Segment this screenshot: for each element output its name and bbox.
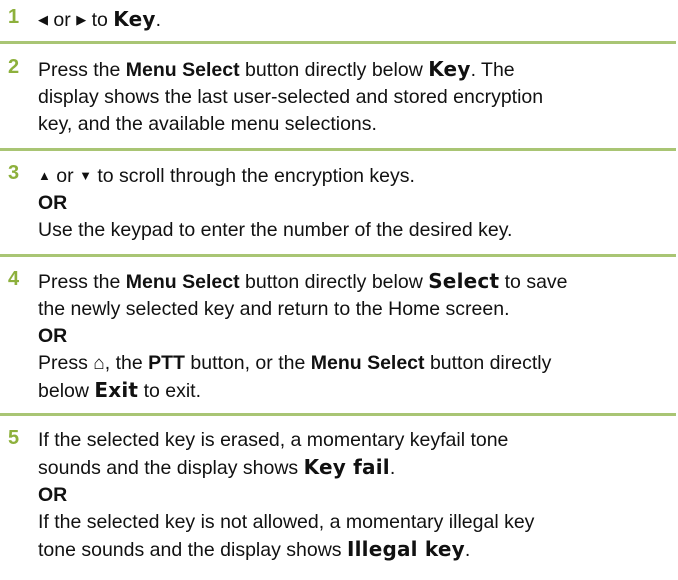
step-number: 1 [8, 6, 20, 28]
ptt-label: PTT [148, 352, 185, 374]
step-text: ▲ or ▼ to scroll through the encryption … [38, 165, 513, 241]
display-text-key: Key [428, 57, 471, 81]
divider [0, 148, 676, 151]
right-arrow-icon: ▶ [76, 12, 87, 27]
divider [0, 413, 676, 416]
menu-select-label: Menu Select [125, 271, 240, 293]
display-text-exit: Exit [94, 378, 139, 402]
display-text-select: Select [428, 269, 500, 293]
step-text: Press the Menu Select button directly be… [38, 57, 544, 135]
divider [0, 41, 676, 44]
step-number: 2 [8, 56, 20, 78]
divider [0, 254, 676, 257]
down-arrow-icon: ▼ [79, 168, 92, 183]
step-text: ◀ or ▶ to Key. [38, 7, 162, 31]
menu-select-label: Menu Select [125, 59, 240, 81]
step-text: If the selected key is erased, a momenta… [38, 429, 535, 561]
menu-select-label: Menu Select [310, 352, 425, 374]
display-text-key: Key [113, 7, 156, 31]
step-number: 4 [8, 268, 20, 290]
or-label: OR [38, 325, 68, 347]
or-label: OR [38, 192, 68, 214]
step-text: Press the Menu Select button directly be… [38, 269, 568, 402]
home-icon: ⌂ [93, 353, 105, 374]
display-text-key-fail: Key fail [303, 455, 390, 479]
display-text-illegal-key: Illegal key [346, 537, 465, 561]
left-arrow-icon: ◀ [38, 12, 48, 27]
or-label: OR [38, 484, 68, 506]
step-number: 3 [8, 162, 20, 184]
step-number: 5 [8, 427, 20, 449]
up-arrow-icon: ▲ [38, 168, 51, 183]
